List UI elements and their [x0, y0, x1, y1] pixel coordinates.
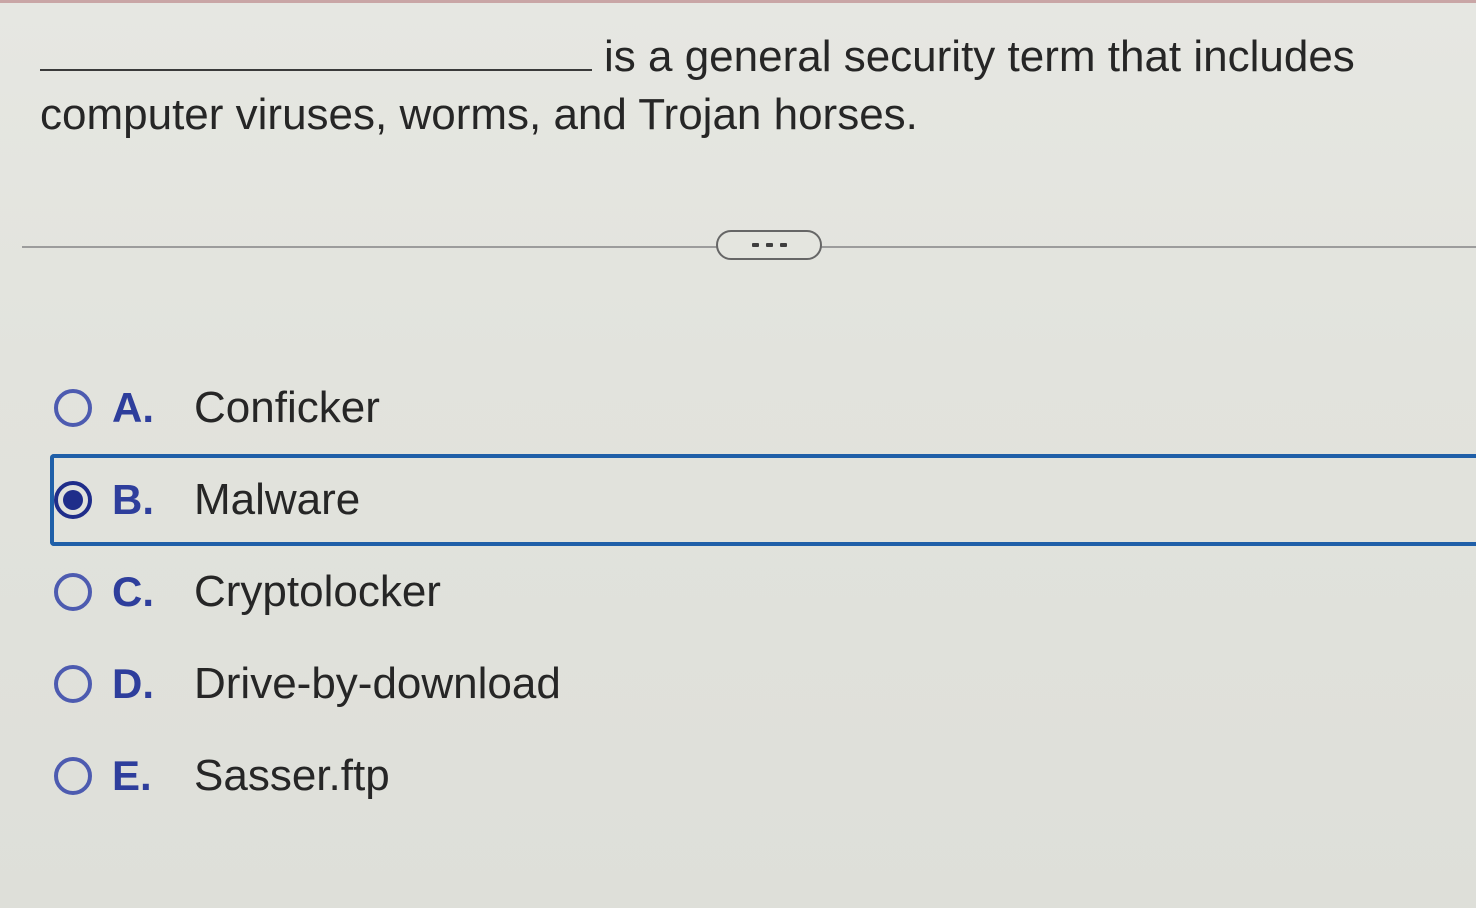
answer-blank	[40, 39, 592, 71]
radio-button-icon[interactable]	[54, 573, 92, 611]
option-d[interactable]: D. Drive-by-download	[50, 638, 1476, 730]
option-letter: E.	[112, 752, 152, 799]
top-edge-strip	[0, 0, 1476, 3]
radio-button-selected-icon[interactable]	[54, 481, 92, 519]
option-label: Conficker	[194, 383, 380, 432]
option-label: Cryptolocker	[194, 567, 441, 616]
radio-dot-icon	[63, 490, 83, 510]
question-text: is a general security term that includes…	[40, 28, 1440, 144]
option-label: Drive-by-download	[194, 659, 561, 708]
option-letter: D.	[112, 660, 154, 707]
radio-button-icon[interactable]	[54, 389, 92, 427]
answer-options: A. Conficker B. Malware C. Cryptolocker …	[50, 362, 1476, 822]
dot-icon	[751, 243, 759, 247]
radio-button-icon[interactable]	[54, 665, 92, 703]
option-letter: B.	[112, 476, 154, 523]
option-letter: A.	[112, 384, 154, 431]
expand-more-button[interactable]	[716, 230, 822, 260]
option-label: Malware	[194, 475, 361, 524]
option-letter: C.	[112, 568, 154, 615]
dot-icon	[765, 243, 773, 247]
option-b[interactable]: B. Malware	[50, 454, 1476, 546]
option-c[interactable]: C. Cryptolocker	[50, 546, 1476, 638]
option-a[interactable]: A. Conficker	[50, 362, 1476, 454]
option-e[interactable]: E. Sasser.ftp	[50, 730, 1476, 822]
radio-button-icon[interactable]	[54, 757, 92, 795]
dot-icon	[779, 243, 787, 247]
option-label: Sasser.ftp	[194, 751, 390, 800]
